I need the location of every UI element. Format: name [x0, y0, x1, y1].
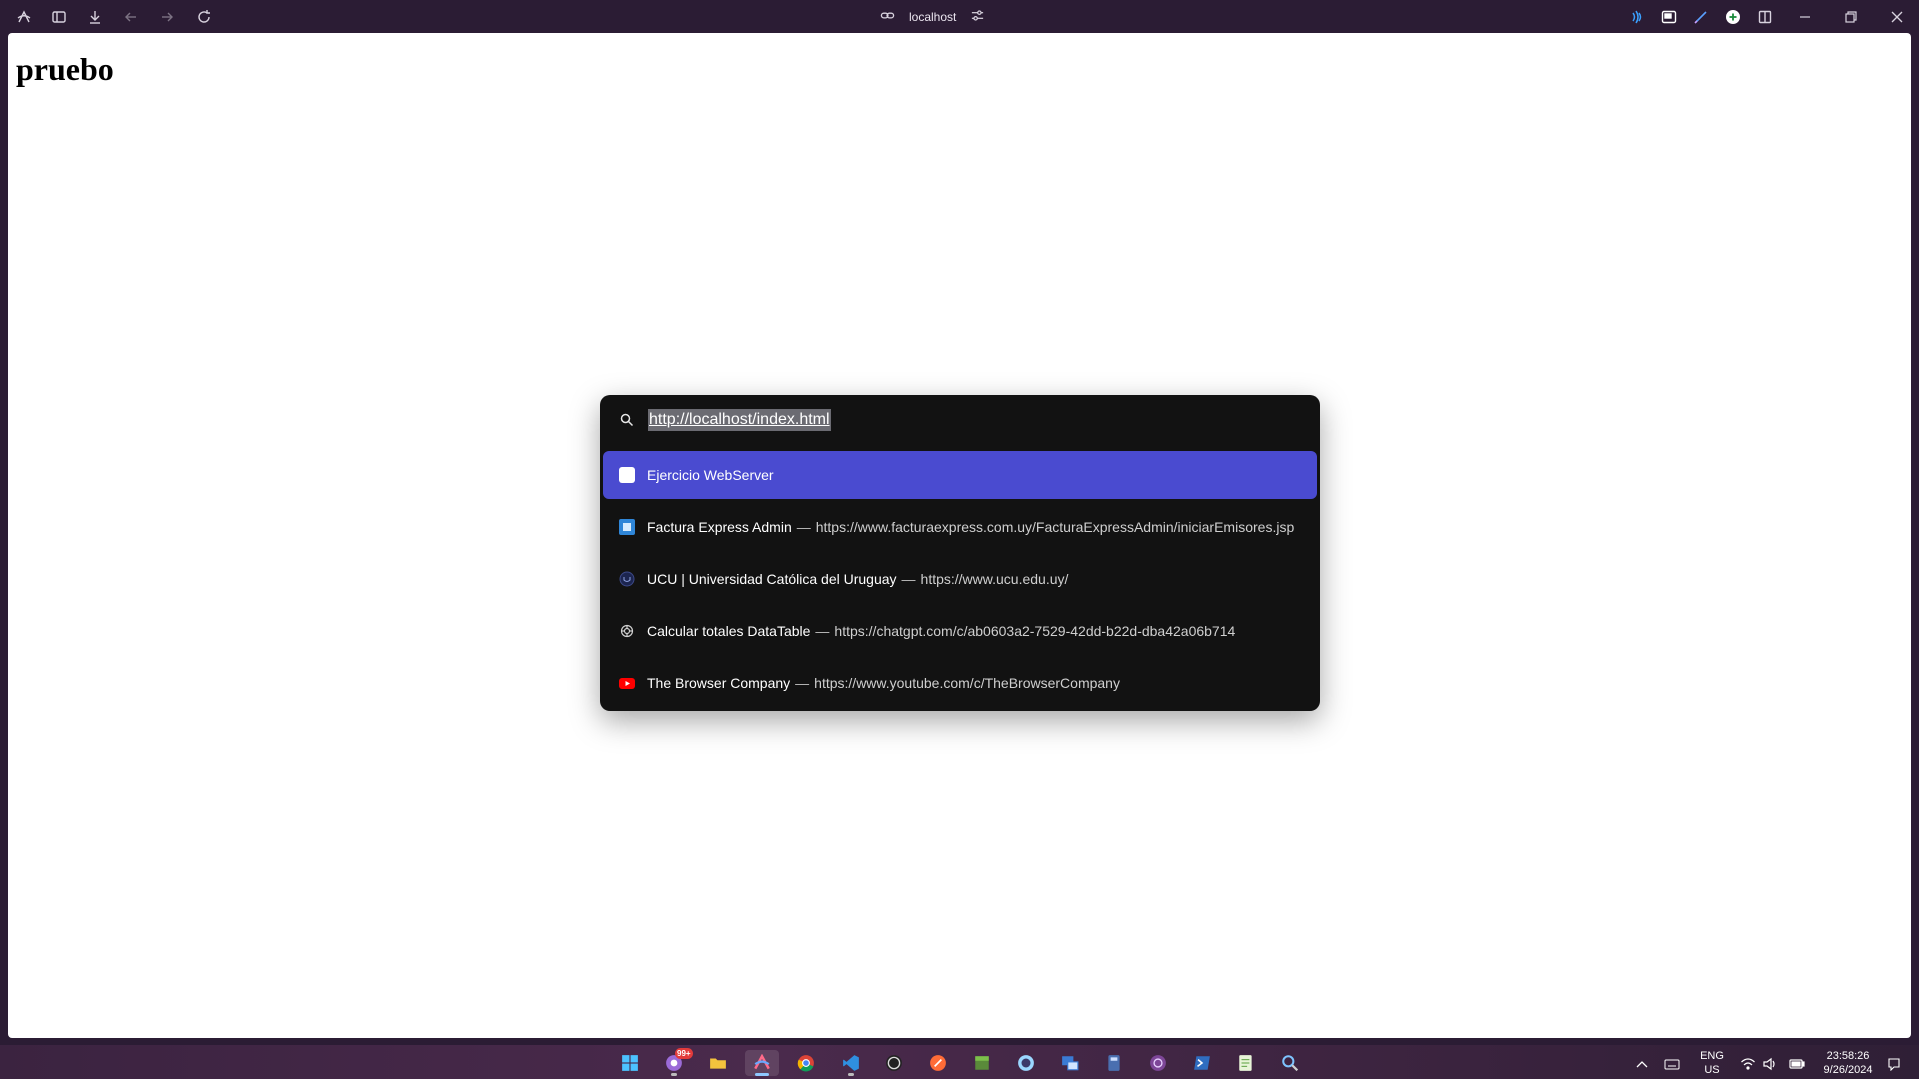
result-title: UCU | Universidad Católica del Uruguay [647, 571, 897, 587]
chatgpt-icon [617, 621, 637, 641]
blank-page-icon [617, 465, 637, 485]
minecraft-icon [975, 1056, 989, 1070]
windows-logo-icon [622, 1055, 638, 1071]
forward-arrow-icon[interactable] [157, 7, 177, 27]
magnifier-tool-icon [1282, 1055, 1299, 1072]
arc-browser-icon [754, 1054, 770, 1070]
calculator-icon [1108, 1055, 1120, 1071]
result-url: https://www.facturaexpress.com.uy/Factur… [815, 519, 1295, 535]
download-icon[interactable] [85, 7, 105, 27]
minimize-icon[interactable] [1795, 7, 1815, 27]
result-title: Factura Express Admin [647, 519, 792, 535]
arc-logo-icon[interactable] [14, 7, 34, 27]
command-search-input[interactable]: http://localhost/index.html [648, 409, 831, 431]
picture-in-picture-icon[interactable] [1659, 7, 1679, 27]
result-title: Ejercicio WebServer [647, 467, 774, 483]
notification-badge: 99+ [675, 1048, 693, 1059]
taskbar-chrome[interactable] [789, 1050, 823, 1076]
volume-icon[interactable] [1762, 1057, 1778, 1071]
taskbar-tor-browser[interactable] [1141, 1050, 1175, 1076]
taskbar-remote-desktop[interactable] [1053, 1050, 1087, 1076]
powershell-icon [1194, 1056, 1210, 1070]
reload-icon[interactable] [194, 7, 214, 27]
page-heading: pruebo [16, 51, 114, 87]
result-separator: — [796, 519, 811, 535]
notepad-icon [1239, 1055, 1252, 1071]
chevron-up-icon[interactable] [1634, 1057, 1650, 1071]
result-separator: — [901, 571, 916, 587]
site-settings-icon[interactable] [970, 8, 985, 26]
command-result-item[interactable]: UCU | Universidad Católica del Uruguay —… [603, 555, 1317, 603]
command-result-item[interactable]: Ejercicio WebServer [603, 451, 1317, 499]
result-separator: — [795, 675, 810, 691]
sidebar-toggle-icon[interactable] [49, 7, 69, 27]
result-url: https://www.ucu.edu.uy/ [920, 571, 1069, 587]
tor-browser-icon [1150, 1055, 1166, 1071]
address-bar[interactable]: localhost [880, 6, 985, 28]
vscode-icon [843, 1055, 859, 1071]
language-indicator[interactable]: ENG US [1697, 1049, 1727, 1077]
notifications-icon[interactable] [1886, 1057, 1902, 1071]
result-title: The Browser Company [647, 675, 791, 691]
folder-icon [710, 1058, 726, 1069]
remote-desktop-icon [1062, 1056, 1079, 1071]
taskbar-chat-app[interactable]: 99+ [657, 1048, 693, 1076]
clock[interactable]: 23:58:26 9/26/2024 [1817, 1049, 1879, 1077]
language-secondary: US [1704, 1064, 1720, 1076]
command-search[interactable]: http://localhost/index.html [600, 395, 1320, 447]
audio-wave-icon[interactable] [1626, 7, 1646, 27]
taskbar-minecraft[interactable] [965, 1050, 999, 1076]
taskbar-file-explorer[interactable] [701, 1050, 735, 1076]
taskbar-arc-browser[interactable] [745, 1050, 779, 1076]
command-result-item[interactable]: The Browser Company — https://www.youtub… [603, 659, 1317, 707]
ucu-icon [617, 569, 637, 589]
result-url: https://chatgpt.com/c/ab0603a2-7529-42dd… [834, 623, 1236, 639]
result-title: Calcular totales DataTable [647, 623, 811, 639]
search-icon [620, 413, 634, 427]
add-circle-icon[interactable] [1723, 7, 1743, 27]
factura-express-icon [617, 517, 637, 537]
postman-icon [930, 1055, 946, 1071]
split-view-icon[interactable] [1755, 7, 1775, 27]
result-url: https://www.youtube.com/c/TheBrowserComp… [814, 675, 1120, 691]
taskbar-vscode[interactable] [834, 1050, 868, 1076]
restore-icon[interactable] [1841, 7, 1861, 27]
browser-toolbar: localhost [0, 0, 1919, 33]
address-text[interactable]: localhost [909, 10, 956, 24]
github-desktop-icon [1018, 1055, 1034, 1071]
result-separator: — [815, 623, 830, 639]
chrome-icon [797, 1055, 814, 1072]
command-bar: http://localhost/index.html Ejercicio We… [600, 395, 1320, 711]
command-result-item[interactable]: Factura Express Admin — https://www.fact… [603, 503, 1317, 551]
back-arrow-icon[interactable] [121, 7, 141, 27]
battery-icon[interactable] [1789, 1057, 1805, 1071]
language-primary: ENG [1700, 1050, 1724, 1062]
taskbar-obs[interactable] [877, 1050, 911, 1076]
taskbar-github-desktop[interactable] [1009, 1050, 1043, 1076]
taskbar-calculator[interactable] [1097, 1050, 1131, 1076]
keyboard-icon[interactable] [1664, 1057, 1680, 1071]
link-icon [880, 8, 895, 26]
taskbar-notepad[interactable] [1229, 1050, 1263, 1076]
pen-icon[interactable] [1691, 7, 1711, 27]
obs-icon [886, 1055, 902, 1071]
taskbar-postman[interactable] [921, 1050, 955, 1076]
youtube-icon [617, 673, 637, 693]
windows-taskbar: 99+ ENG US 23:58:26 9/26/2024 [0, 1045, 1919, 1079]
start-button[interactable] [613, 1050, 647, 1076]
clock-time: 23:58:26 [1826, 1050, 1870, 1062]
taskbar-powershell[interactable] [1185, 1050, 1219, 1076]
clock-date: 9/26/2024 [1823, 1064, 1873, 1076]
command-result-item[interactable]: Calcular totales DataTable — https://cha… [603, 607, 1317, 655]
wifi-icon[interactable] [1740, 1057, 1756, 1071]
taskbar-search-tool[interactable] [1273, 1050, 1307, 1076]
close-icon[interactable] [1887, 7, 1907, 27]
